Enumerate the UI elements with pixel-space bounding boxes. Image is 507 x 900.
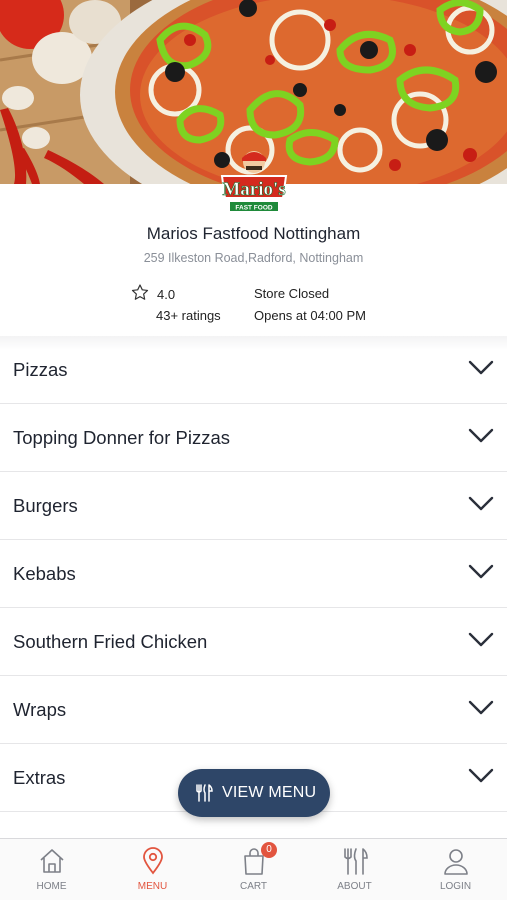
chevron-down-icon[interactable] xyxy=(468,428,494,444)
category-row-southern-fried-chicken[interactable]: Southern Fried Chicken xyxy=(0,608,507,676)
logo-text: Mario's xyxy=(222,179,285,200)
view-menu-label: VIEW MENU xyxy=(222,784,317,801)
category-label: Extras xyxy=(13,767,66,788)
nav-label: CART xyxy=(239,881,268,892)
category-row-topping-donner[interactable]: Topping Donner for Pizzas xyxy=(0,404,507,472)
category-row-kebabs[interactable]: Kebabs xyxy=(0,540,507,608)
view-menu-button[interactable]: VIEW MENU xyxy=(178,769,330,817)
category-label: Burgers xyxy=(13,495,78,516)
category-label: Topping Donner for Pizzas xyxy=(13,427,230,448)
store-opening-time: Opens at 04:00 PM xyxy=(254,308,367,323)
chevron-down-icon[interactable] xyxy=(468,700,494,716)
category-row-pizzas[interactable]: Pizzas xyxy=(0,336,507,404)
nav-item-menu[interactable]: MENU xyxy=(102,839,203,900)
nav-item-cart[interactable]: 0 CART xyxy=(203,839,304,900)
bottom-nav: HOME MENU 0 CART ABOUT LOGIN xyxy=(0,838,507,900)
location-pin-icon xyxy=(143,847,163,875)
chevron-down-icon[interactable] xyxy=(468,768,494,784)
chevron-down-icon[interactable] xyxy=(468,564,494,580)
category-label: Kebabs xyxy=(13,563,76,584)
cart-count-badge: 0 xyxy=(261,842,277,858)
restaurant-logo: Mario's FAST FOOD xyxy=(216,150,292,216)
category-row-wraps[interactable]: Wraps xyxy=(0,676,507,744)
nav-item-login[interactable]: LOGIN xyxy=(405,839,506,900)
user-icon xyxy=(444,849,468,875)
nav-label: ABOUT xyxy=(337,881,372,892)
category-list: Pizzas Topping Donner for Pizzas Burgers… xyxy=(0,336,507,812)
chevron-down-icon[interactable] xyxy=(468,496,494,512)
logo-subtext: FAST FOOD xyxy=(235,205,273,212)
restaurant-address: 259 Ilkeston Road,Radford, Nottingham xyxy=(143,251,364,265)
nav-item-home[interactable]: HOME xyxy=(1,839,102,900)
cutlery-icon xyxy=(344,848,368,875)
nav-item-about[interactable]: ABOUT xyxy=(304,839,405,900)
store-status: Store Closed xyxy=(254,286,330,301)
category-row-burgers[interactable]: Burgers xyxy=(0,472,507,540)
nav-label: MENU xyxy=(137,881,168,892)
category-label: Wraps xyxy=(13,699,67,720)
chevron-down-icon[interactable] xyxy=(468,360,494,376)
nav-label: HOME xyxy=(36,881,67,892)
chevron-down-icon[interactable] xyxy=(468,632,494,648)
home-icon xyxy=(40,849,64,873)
nav-label: LOGIN xyxy=(439,881,472,892)
rating-value: 4.0 xyxy=(157,287,176,302)
cutlery-icon xyxy=(196,784,213,802)
category-label: Southern Fried Chicken xyxy=(13,631,208,652)
star-icon xyxy=(131,284,149,300)
category-label: Pizzas xyxy=(13,359,68,380)
restaurant-name: Marios Fastfood Nottingham xyxy=(146,224,361,243)
ratings-count: 43+ ratings xyxy=(156,308,221,323)
